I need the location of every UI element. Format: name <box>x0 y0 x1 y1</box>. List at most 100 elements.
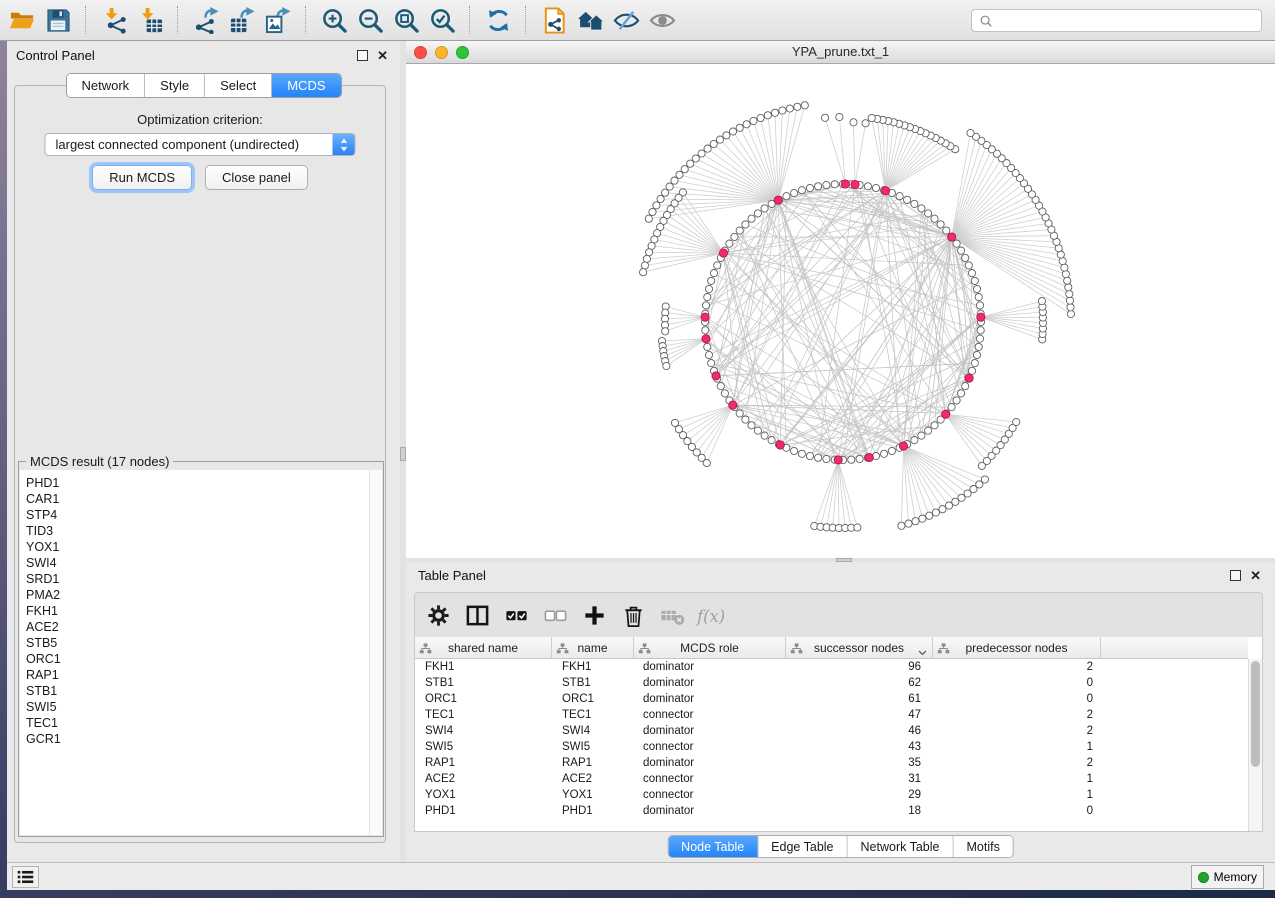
table-row[interactable]: SWI4SWI4dominator462 <box>415 723 1248 739</box>
table-cell: 29 <box>786 787 933 803</box>
zoom-selected-icon <box>429 7 456 34</box>
zoom-in-button[interactable] <box>316 3 352 37</box>
network-window-titlebar: YPA_prune.txt_1 <box>406 41 1275 64</box>
table-scrollbar[interactable] <box>1248 659 1262 831</box>
mcds-result-listbox[interactable]: PHD1CAR1STP4TID3YOX1SWI4SRD1PMA2FKH1ACE2… <box>20 470 382 835</box>
float-panel-icon[interactable] <box>357 50 368 61</box>
add-row-button[interactable] <box>581 602 608 629</box>
run-mcds-button[interactable]: Run MCDS <box>92 165 192 190</box>
column-header-successor-nodes[interactable]: successor nodes <box>786 637 933 659</box>
table-cell: TEC1 <box>552 707 634 723</box>
mcds-result-item[interactable]: YOX1 <box>20 539 369 555</box>
mcds-result-item[interactable]: ORC1 <box>20 651 369 667</box>
mcds-result-item[interactable]: SWI5 <box>20 699 369 715</box>
table-row[interactable]: STB1STB1dominator620 <box>415 675 1248 691</box>
import-network-button[interactable] <box>96 3 132 37</box>
tab-network-table[interactable]: Network Table <box>848 836 954 857</box>
close-panel-icon[interactable]: ✕ <box>377 50 388 61</box>
tab-select[interactable]: Select <box>205 74 272 97</box>
mcds-result-item[interactable]: PHD1 <box>20 475 369 491</box>
node-table: shared namenameMCDS rolesuccessor nodesp… <box>414 637 1263 832</box>
show-columns-button[interactable] <box>464 602 491 629</box>
table-cell: 62 <box>786 675 933 691</box>
column-header-shared-name[interactable]: shared name <box>415 637 552 659</box>
function-builder-button: f(x) <box>698 602 725 629</box>
search-input[interactable] <box>998 11 1261 30</box>
hide-selected-button[interactable] <box>608 3 644 37</box>
table-row[interactable]: TEC1TEC1connector472 <box>415 707 1248 723</box>
table-row[interactable]: PHD1PHD1dominator180 <box>415 803 1248 819</box>
memory-button[interactable]: Memory <box>1191 865 1264 889</box>
mcds-tab-content: Optimization criterion: largest connecte… <box>14 85 386 843</box>
status-bar: Memory <box>7 862 1275 890</box>
network-canvas[interactable] <box>406 64 1275 558</box>
plus-icon <box>582 603 607 628</box>
tab-motifs[interactable]: Motifs <box>953 836 1012 857</box>
import-network-icon <box>101 7 128 34</box>
mcds-result-item[interactable]: GCR1 <box>20 731 369 747</box>
mcds-result-item[interactable]: CAR1 <box>20 491 369 507</box>
table-cell: SWI5 <box>552 739 634 755</box>
zoom-selected-button[interactable] <box>424 3 460 37</box>
delete-rows-button[interactable] <box>620 602 647 629</box>
export-network-button[interactable] <box>188 3 224 37</box>
table-row[interactable]: YOX1YOX1connector291 <box>415 787 1248 803</box>
mcds-result-item[interactable]: SRD1 <box>20 571 369 587</box>
search-box[interactable] <box>971 9 1262 32</box>
table-scrollbar-thumb[interactable] <box>1251 661 1260 767</box>
float-table-panel-icon[interactable] <box>1230 570 1241 581</box>
table-cell: FKH1 <box>415 659 552 675</box>
refresh-view-button[interactable] <box>480 3 516 37</box>
network-from-file-button[interactable] <box>536 3 572 37</box>
zoom-fit-button[interactable] <box>388 3 424 37</box>
tree-icon <box>638 643 651 654</box>
fx-icon: f(x) <box>695 603 728 628</box>
close-table-panel-icon[interactable]: ✕ <box>1250 570 1261 581</box>
column-header-name[interactable]: name <box>552 637 634 659</box>
unselect-all-icon <box>543 603 568 628</box>
column-header-MCDS-role[interactable]: MCDS role <box>634 637 786 659</box>
tab-network[interactable]: Network <box>66 74 145 97</box>
eye-slash-icon <box>613 7 640 34</box>
import-table-icon <box>137 7 164 34</box>
tab-style[interactable]: Style <box>145 74 205 97</box>
mcds-result-item[interactable]: FKH1 <box>20 603 369 619</box>
mcds-result-item[interactable]: STB5 <box>20 635 369 651</box>
table-row[interactable]: RAP1RAP1dominator352 <box>415 755 1248 771</box>
import-table-button[interactable] <box>132 3 168 37</box>
mcds-result-item[interactable]: SWI4 <box>20 555 369 571</box>
table-row[interactable]: ACE2ACE2connector311 <box>415 771 1248 787</box>
optimization-criterion-label: Optimization criterion: <box>15 112 385 127</box>
network-graph <box>406 64 1275 558</box>
select-all-rows-button[interactable] <box>503 602 530 629</box>
open-file-button[interactable] <box>4 3 40 37</box>
table-row[interactable]: SWI5SWI5connector431 <box>415 739 1248 755</box>
tab-mcds[interactable]: MCDS <box>272 74 340 97</box>
show-all-button[interactable] <box>572 3 608 37</box>
mcds-result-item[interactable]: ACE2 <box>20 619 369 635</box>
task-history-button[interactable] <box>12 866 39 888</box>
mcds-result-item[interactable]: PMA2 <box>20 587 369 603</box>
unselect-all-rows-button[interactable] <box>542 602 569 629</box>
mcds-result-item[interactable]: RAP1 <box>20 667 369 683</box>
export-table-button[interactable] <box>224 3 260 37</box>
zoom-out-button[interactable] <box>352 3 388 37</box>
tab-node-table[interactable]: Node Table <box>668 836 758 857</box>
table-row[interactable]: FKH1FKH1dominator962 <box>415 659 1248 675</box>
close-panel-button[interactable]: Close panel <box>205 165 308 190</box>
table-cell: dominator <box>634 691 786 707</box>
mcds-result-item[interactable]: STB1 <box>20 683 369 699</box>
export-image-button[interactable] <box>260 3 296 37</box>
column-header-predecessor-nodes[interactable]: predecessor nodes <box>933 637 1101 659</box>
show-hidden-button[interactable] <box>644 3 680 37</box>
save-session-button[interactable] <box>40 3 76 37</box>
optimization-select[interactable]: largest connected component (undirected) <box>45 133 356 156</box>
tab-edge-table[interactable]: Edge Table <box>758 836 847 857</box>
mcds-list-scrollbar[interactable] <box>369 470 382 835</box>
mcds-result-item[interactable]: TID3 <box>20 523 369 539</box>
mcds-result-item[interactable]: STP4 <box>20 507 369 523</box>
table-settings-button[interactable] <box>425 602 452 629</box>
table-row[interactable]: ORC1ORC1dominator610 <box>415 691 1248 707</box>
list-icon <box>16 869 35 885</box>
mcds-result-item[interactable]: TEC1 <box>20 715 369 731</box>
